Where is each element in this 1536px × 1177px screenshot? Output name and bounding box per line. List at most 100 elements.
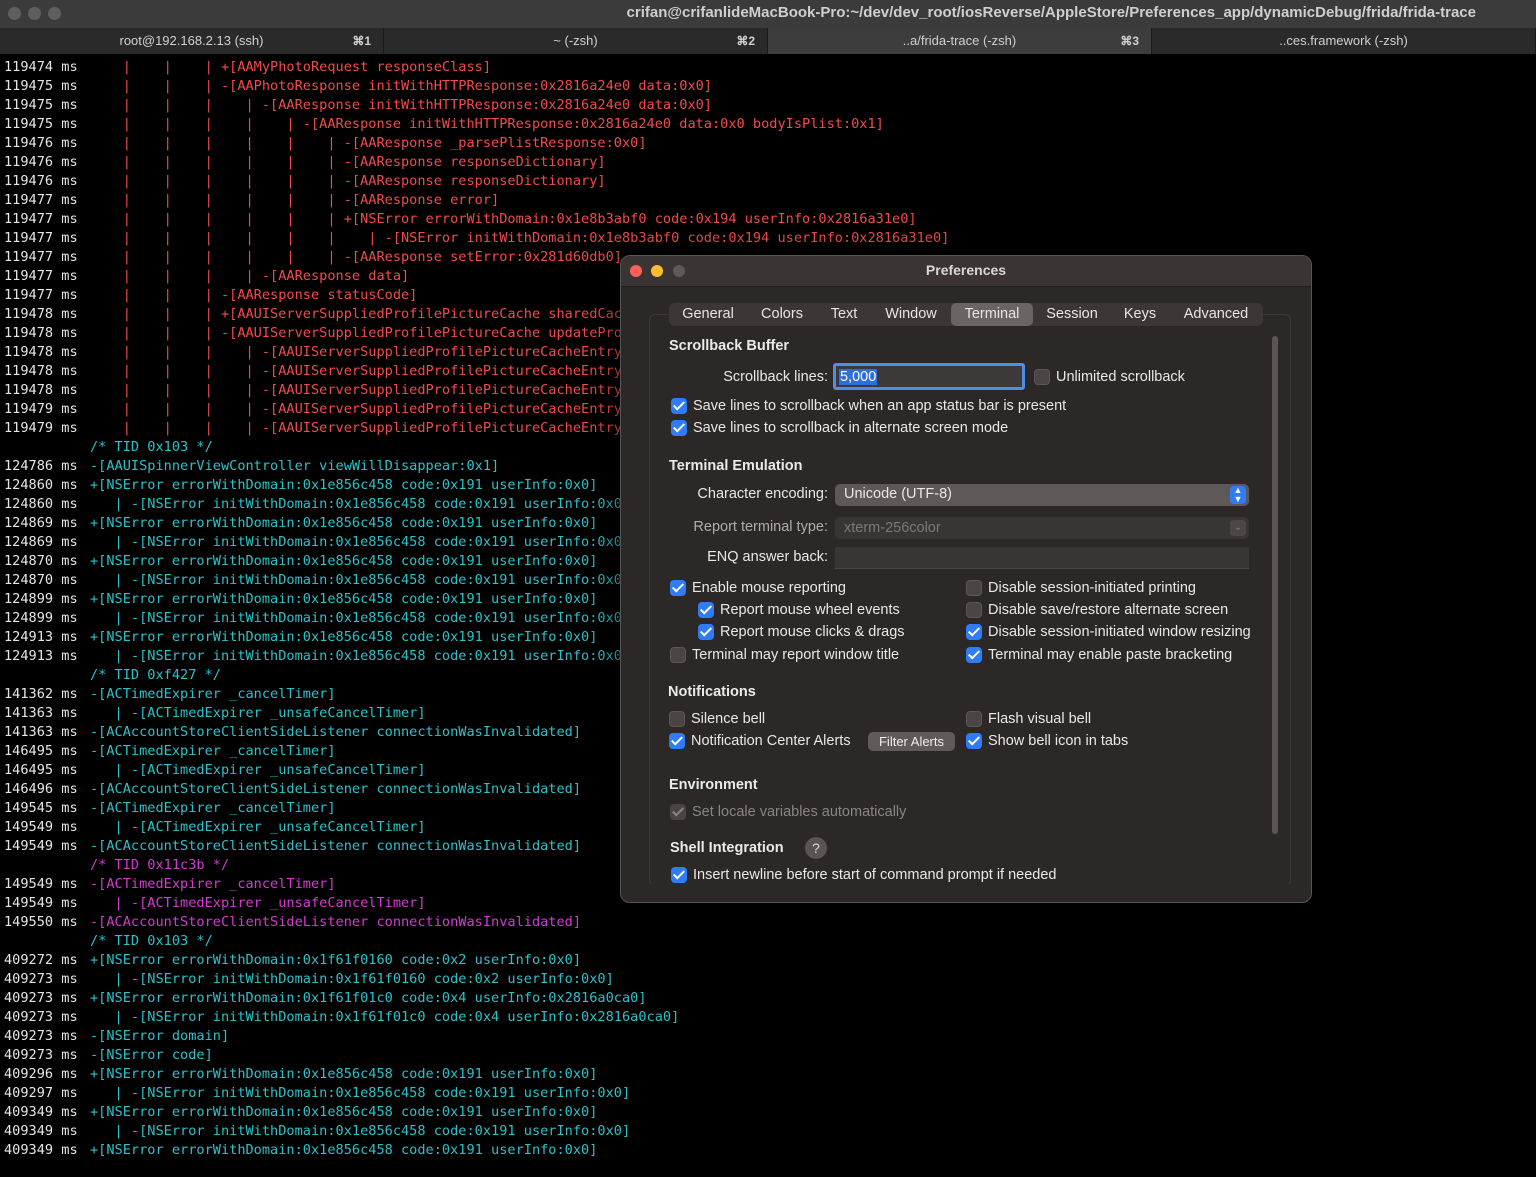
tab-advanced[interactable]: Advanced [1169,303,1263,326]
bell-icon-checkbox[interactable] [966,733,982,749]
disable-save-restore-checkbox[interactable] [966,602,982,618]
panel-clip [649,884,1289,902]
timestamp: 124913 ms [4,629,78,645]
alternate-screen-scrollback-label: Save lines to scrollback in alternate sc… [693,420,1009,436]
close-dialog-button[interactable] [630,265,642,277]
mouse-wheel-label: Report mouse wheel events [720,602,900,618]
trace-text: +[NSError errorWithDomain:0x1f61f01c0 co… [90,990,647,1006]
timestamp: 141363 ms [4,705,78,721]
preferences-titlebar: Preferences [621,256,1311,287]
scrollback-heading: Scrollback Buffer [669,338,790,354]
trace-text: +[NSError errorWithDomain:0x1e856c458 co… [90,1142,598,1158]
mouse-reporting-label: Enable mouse reporting [692,580,846,596]
trace-text: | | | +[AAMyPhotoRequest responseClass] [90,59,492,75]
silence-bell-checkbox[interactable] [669,711,685,727]
tab-ssh[interactable]: root@192.168.2.13 (ssh) ⌘1 [0,28,384,54]
zoom-window-button[interactable] [48,7,61,20]
scrollback-lines-value: 5,000 [839,369,878,385]
alternate-screen-scrollback-checkbox[interactable] [671,420,687,436]
trace-text: | | | | -[AAUIServerSuppliedProfilePictu… [90,420,647,436]
character-encoding-label: Character encoding: [697,486,828,502]
insert-newline-checkbox[interactable] [671,867,687,883]
notification-center-label: Notification Center Alerts [691,733,851,749]
report-terminal-type-label: Report terminal type: [693,519,828,535]
timestamp: 124899 ms [4,591,78,607]
paste-bracketing-label: Terminal may enable paste bracketing [988,647,1233,663]
zoom-dialog-button[interactable] [673,265,685,277]
timestamp: 124786 ms [4,458,78,474]
tab-window[interactable]: Window [871,303,951,326]
mouse-reporting-checkbox[interactable] [670,580,686,596]
tab-frida-trace[interactable]: ..a/frida-trace (-zsh) ⌘3 [768,28,1152,54]
mouse-wheel-checkbox[interactable] [698,602,714,618]
trace-text: | | | | | | -[AAResponse _parsePlistResp… [90,135,647,151]
disable-printing-checkbox[interactable] [966,580,982,596]
trace-text: -[ACTimedExpirer _cancelTimer] [90,686,336,702]
trace-text: -[NSError code] [90,1047,213,1063]
timestamp: 124860 ms [4,496,78,512]
timestamp: 124870 ms [4,553,78,569]
trace-text: | | | +[AAUIServerSuppliedProfilePicture… [90,306,647,322]
preferences-scrollbar[interactable] [1272,336,1278,834]
disable-printing-label: Disable session-initiated printing [988,580,1196,596]
tab-colors[interactable]: Colors [747,303,817,326]
scrollback-lines-input[interactable]: 5,000 [833,363,1025,390]
timestamp: 119478 ms [4,363,78,379]
flash-visual-bell-checkbox[interactable] [966,711,982,727]
environment-heading: Environment [669,777,758,793]
timestamp: 149549 ms [4,819,78,835]
tab-shortcut: ⌘3 [1120,34,1139,48]
trace-text: | -[ACTimedExpirer _unsafeCancelTimer] [90,895,426,911]
filter-alerts-button[interactable]: Filter Alerts [868,732,955,751]
tab-keys[interactable]: Keys [1111,303,1169,326]
paste-bracketing-checkbox[interactable] [966,647,982,663]
tab-terminal[interactable]: Terminal [951,303,1033,326]
timestamp: 119475 ms [4,78,78,94]
trace-text: +[NSError errorWithDomain:0x1e856c458 co… [90,591,598,607]
timestamp: 119477 ms [4,230,78,246]
tab-framework-zsh[interactable]: ..ces.framework (-zsh) [1152,28,1536,54]
trace-text: +[NSError errorWithDomain:0x1e856c458 co… [90,629,598,645]
tab-shortcut: ⌘2 [736,34,755,48]
mouse-clicks-label: Report mouse clicks & drags [720,624,905,640]
notification-center-checkbox[interactable] [669,733,685,749]
status-bar-scrollback-label: Save lines to scrollback when an app sta… [693,398,1067,414]
locale-variables-label: Set locale variables automatically [692,804,907,820]
status-bar-scrollback-checkbox[interactable] [671,398,687,414]
help-button[interactable]: ? [805,837,827,859]
tab-general[interactable]: General [669,303,747,326]
timestamp: 409272 ms [4,952,78,968]
trace-text: | -[ACTimedExpirer _unsafeCancelTimer] [90,762,426,778]
unlimited-scrollback-checkbox[interactable] [1034,369,1050,385]
timestamp: 149549 ms [4,895,78,911]
trace-text: | -[NSError initWithDomain:0x1e856c458 c… [90,534,631,550]
timestamp: 119476 ms [4,173,78,189]
tab-label: root@192.168.2.13 (ssh) [119,33,264,48]
unlimited-scrollback-label: Unlimited scrollback [1056,369,1185,385]
report-window-title-checkbox[interactable] [670,647,686,663]
timestamp: 141362 ms [4,686,78,702]
timestamp: 119478 ms [4,325,78,341]
minimize-window-button[interactable] [28,7,41,20]
close-window-button[interactable] [8,7,21,20]
timestamp: 409349 ms [4,1104,78,1120]
tab-shortcut: ⌘1 [352,34,371,48]
trace-text: | | | | | -[AAResponse initWithHTTPRespo… [90,116,884,132]
tab-session[interactable]: Session [1033,303,1111,326]
mouse-clicks-checkbox[interactable] [698,624,714,640]
trace-text: /* TID 0x11c3b */ [90,857,230,873]
trace-text: /* TID 0xf427 */ [90,667,221,683]
minimize-dialog-button[interactable] [651,265,663,277]
trace-text: | -[ACTimedExpirer _unsafeCancelTimer] [90,705,426,721]
disable-resizing-checkbox[interactable] [966,624,982,640]
tab-text[interactable]: Text [817,303,871,326]
tab-bar: root@192.168.2.13 (ssh) ⌘1 ~ (-zsh) ⌘2 .… [0,28,1536,54]
trace-text: -[ACAccountStoreClientSideListener conne… [90,838,582,854]
timestamp: 409273 ms [4,990,78,1006]
character-encoding-select[interactable]: Unicode (UTF-8) ▲ ▼ [835,484,1249,506]
tab-home-zsh[interactable]: ~ (-zsh) ⌘2 [384,28,768,54]
enq-answer-back-input[interactable] [835,547,1249,569]
preferences-tabs: General Colors Text Window Terminal Sess… [669,303,1263,326]
timestamp: 409273 ms [4,971,78,987]
trace-text: /* TID 0x103 */ [90,933,213,949]
